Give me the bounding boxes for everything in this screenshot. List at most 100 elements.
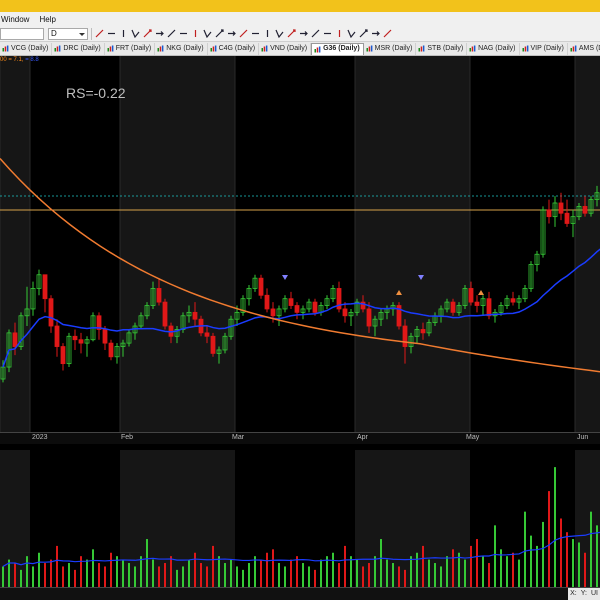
volume-bar: [242, 569, 244, 587]
volume-ma-line: [2, 531, 600, 567]
tab-frt[interactable]: FRT (Daily): [105, 42, 156, 55]
volume-bar: [446, 556, 448, 587]
volume-bar: [470, 545, 472, 587]
volume-chart[interactable]: [0, 450, 600, 587]
ma-short-line: [2, 248, 600, 368]
price-chart[interactable]: [0, 56, 600, 432]
candle-body: [42, 274, 48, 300]
menu-window[interactable]: Window: [1, 15, 29, 24]
pen-icon[interactable]: [119, 29, 128, 38]
volume-bar: [530, 535, 532, 587]
tab-vcg[interactable]: VCG (Daily): [0, 42, 53, 55]
drawing-tools: [95, 29, 392, 38]
volume-bar: [506, 556, 508, 587]
tab-g36[interactable]: G36 (Daily): [311, 42, 364, 55]
hline-icon[interactable]: [179, 29, 188, 38]
tab-c4g[interactable]: C4G (Daily): [208, 42, 260, 55]
tab-vnd[interactable]: VND (Daily): [259, 42, 312, 55]
triangle-icon[interactable]: [239, 29, 248, 38]
chart-tab-icon: [366, 45, 373, 52]
tab-drc[interactable]: DRC (Daily): [52, 42, 105, 55]
candle-body: [558, 202, 564, 214]
status-coords: X: Y: UI: [568, 588, 600, 600]
menu-help[interactable]: Help: [39, 15, 55, 24]
ray-icon[interactable]: [155, 29, 164, 38]
volume-bar: [2, 566, 4, 587]
tab-label: MSR (Daily): [374, 44, 413, 52]
tab-nkg[interactable]: NKG (Daily): [155, 42, 208, 55]
period-band: [120, 56, 235, 432]
chart-tab-icon: [469, 45, 476, 52]
chart-tab-icon: [2, 45, 9, 52]
list-icon[interactable]: [383, 29, 392, 38]
tab-ams[interactable]: AMS (Daily): [568, 43, 600, 55]
vline-icon[interactable]: [191, 29, 200, 38]
tab-vip[interactable]: VIP (Daily): [520, 42, 568, 55]
chart-tab-bar: VCG (Daily) DRC (Daily) FRT (Daily) NKG (Da…: [0, 42, 600, 56]
candle-body: [294, 305, 300, 313]
alert-icon[interactable]: [359, 29, 368, 38]
candle-body: [450, 301, 456, 313]
candle-body: [258, 277, 264, 296]
symbol-input[interactable]: [0, 27, 44, 40]
candle-body: [342, 308, 348, 317]
rectangle-icon[interactable]: [227, 29, 236, 38]
x-axis-label: 2023: [32, 434, 48, 441]
undo-icon[interactable]: [335, 29, 344, 38]
volume-bar: [380, 539, 382, 587]
candle-body: [510, 298, 516, 303]
volume-bar: [272, 549, 274, 587]
tab-msr[interactable]: MSR (Daily): [364, 42, 417, 55]
settings-icon[interactable]: [311, 29, 320, 38]
crosshair-icon[interactable]: [203, 29, 212, 38]
tab-stb[interactable]: STB (Daily): [416, 42, 468, 55]
delete-icon[interactable]: [347, 29, 356, 38]
volume-bar: [212, 545, 214, 587]
period-select[interactable]: D: [48, 27, 88, 40]
volume-bar: [494, 525, 496, 587]
volume-bar: [296, 556, 298, 587]
volume-bar: [314, 569, 316, 587]
trend-line-icon[interactable]: [143, 29, 152, 38]
volume-bar: [386, 559, 388, 587]
volume-bar: [554, 467, 556, 587]
arrow-icon[interactable]: [167, 29, 176, 38]
period-band: [355, 56, 470, 432]
zoom-icon[interactable]: [323, 29, 332, 38]
volume-bar: [362, 566, 364, 587]
channel-icon[interactable]: [287, 29, 296, 38]
refresh-icon[interactable]: [371, 29, 380, 38]
text-icon[interactable]: [299, 29, 308, 38]
chart-tab-icon: [54, 45, 61, 52]
candle-body: [474, 301, 480, 306]
volume-bar: [578, 542, 580, 587]
tab-nag[interactable]: NAG (Daily): [467, 42, 520, 55]
tab-label: VIP (Daily): [530, 44, 564, 52]
candle-body: [312, 301, 318, 313]
ellipse-icon[interactable]: [215, 29, 224, 38]
volume-bar: [26, 556, 28, 587]
rs-label: RS=-0.22: [66, 85, 126, 101]
volume-bar: [224, 563, 226, 587]
arc-icon[interactable]: [263, 29, 272, 38]
circle-icon[interactable]: [251, 29, 260, 38]
x-axis-label: May: [466, 434, 480, 441]
chart-tab-icon: [157, 45, 164, 52]
volume-bar: [278, 563, 280, 587]
line-icon[interactable]: [107, 29, 116, 38]
pencil-icon[interactable]: [95, 29, 104, 38]
candle-body: [420, 329, 426, 334]
candle-body: [108, 342, 114, 358]
volume-bar: [392, 563, 394, 587]
volume-bar: [572, 539, 574, 587]
volume-bar: [38, 552, 40, 587]
tab-label: NAG (Daily): [478, 44, 516, 52]
period-value: D: [51, 28, 57, 38]
volume-bar: [74, 569, 76, 587]
volume-bar: [596, 525, 598, 587]
volume-bar: [32, 566, 34, 587]
cursor-icon[interactable]: [131, 29, 140, 38]
candle-body: [402, 325, 408, 347]
fib-icon[interactable]: [275, 29, 284, 38]
chart-tab-icon: [210, 45, 217, 52]
